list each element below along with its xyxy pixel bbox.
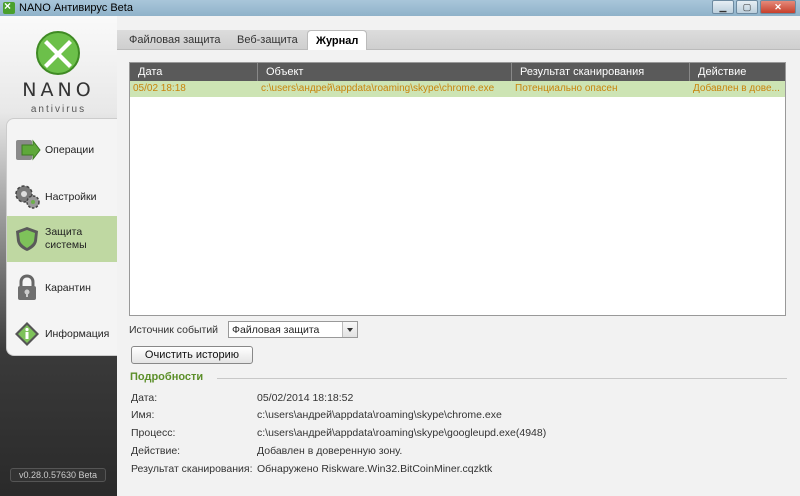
details-title: Подробности	[130, 371, 204, 383]
table-header: Дата Объект Результат сканирования Дейст…	[130, 63, 785, 81]
sidebar-item-label: Карантин	[45, 281, 91, 294]
nano-logo: NANO antivirus	[0, 24, 117, 124]
detail-value: Обнаружено Riskware.Win32.BitCoinMiner.c…	[257, 463, 493, 475]
detail-value: c:\users\андрей\appdata\roaming\skype\ch…	[257, 409, 502, 421]
sidebar-item-info[interactable]: Информация	[7, 311, 118, 357]
sidebar-nav: Операции Настройки Защита системы Карант…	[6, 118, 118, 357]
tab-journal[interactable]: Журнал	[307, 30, 368, 50]
close-button[interactable]: ✕	[760, 0, 796, 14]
event-source-value: Файловая защита	[232, 324, 320, 336]
clear-history-button[interactable]: Очистить историю	[131, 346, 253, 364]
logo-brand: NANO	[22, 79, 95, 101]
version-label: v0.28.0.57630 Beta	[10, 468, 106, 482]
detail-label: Имя:	[131, 409, 155, 421]
window-controls: ▁ ▢ ✕	[712, 0, 796, 14]
gears-icon	[15, 185, 40, 209]
logo-sub: antivirus	[30, 104, 87, 115]
minimize-button[interactable]: ▁	[712, 0, 734, 14]
chevron-down-icon[interactable]	[342, 322, 357, 337]
sidebar: NANO antivirus Операции Настройки Защита…	[0, 16, 118, 496]
detail-label: Результат сканирования:	[131, 463, 253, 475]
detail-label: Действие:	[131, 445, 181, 457]
cell-action: Добавлен в дове...	[693, 83, 780, 94]
detail-label: Дата:	[131, 392, 158, 404]
title-bar: NANO Антивирус Beta ▁ ▢ ✕	[0, 0, 800, 16]
column-header-scan-result[interactable]: Результат сканирования	[512, 63, 690, 81]
detail-value: c:\users\андрей\appdata\roaming\skype\go…	[257, 427, 547, 439]
table-row[interactable]: 05/02 18:18 c:\users\андрей\appdata\roam…	[130, 81, 785, 97]
nano-app-icon	[3, 0, 15, 14]
sidebar-item-settings[interactable]: Настройки	[7, 174, 118, 220]
tab-bar: Файловая защита Веб-защита Журнал	[117, 30, 800, 50]
sidebar-item-label: Настройки	[45, 190, 97, 203]
sidebar-item-label: Защита системы	[45, 226, 87, 251]
tab-file-protection[interactable]: Файловая защита	[121, 30, 229, 50]
cell-scan-result: Потенциально опасен	[515, 83, 618, 94]
event-source-select[interactable]: Файловая защита	[228, 321, 358, 338]
window-title: NANO Антивирус Beta	[19, 2, 133, 14]
cell-date: 05/02 18:18	[133, 83, 186, 94]
lock-icon	[18, 274, 36, 300]
info-icon	[15, 322, 39, 346]
arrow-icon	[16, 139, 41, 161]
column-header-action[interactable]: Действие	[690, 63, 785, 81]
sidebar-item-label: Операции	[45, 143, 95, 156]
cell-object: c:\users\андрей\appdata\roaming\skype\ch…	[261, 83, 495, 94]
sidebar-item-operations[interactable]: Операции	[7, 127, 118, 173]
shield-icon	[16, 227, 38, 251]
column-header-date[interactable]: Дата	[130, 63, 258, 81]
detail-value: 05/02/2014 18:18:52	[257, 392, 354, 404]
detail-label: Процесс:	[131, 427, 176, 439]
maximize-button[interactable]: ▢	[736, 0, 758, 14]
column-header-object[interactable]: Объект	[258, 63, 512, 81]
journal-table: Дата Объект Результат сканирования Дейст…	[129, 62, 786, 316]
event-source-label: Источник событий	[129, 324, 219, 336]
details-divider	[217, 378, 787, 379]
sidebar-item-quarantine[interactable]: Карантин	[7, 265, 118, 311]
main-panel: Файловая защита Веб-защита Журнал Дата О…	[117, 16, 800, 496]
tab-web-protection[interactable]: Веб-защита	[229, 30, 306, 50]
nano-x-logo-icon	[36, 31, 80, 75]
sidebar-item-label: Информация	[45, 327, 110, 340]
detail-value: Добавлен в доверенную зону.	[257, 445, 403, 457]
sidebar-item-system-protection[interactable]: Защита системы	[7, 216, 118, 262]
